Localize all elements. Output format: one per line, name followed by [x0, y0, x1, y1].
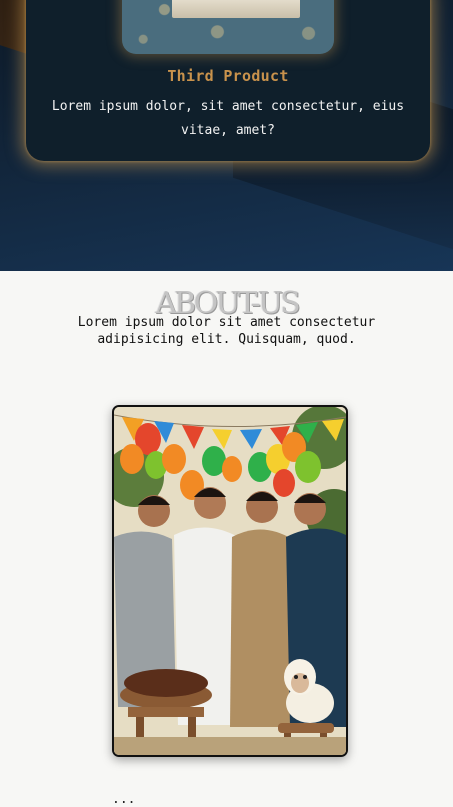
product-box-shape	[172, 0, 300, 18]
group-photo	[112, 405, 348, 757]
product-description: Lorem ipsum dolor, sit amet consectetur,…	[51, 99, 405, 138]
product-image	[122, 0, 334, 54]
about-text: Lorem ipsum dolor sit amet consectetur a…	[77, 315, 376, 347]
product-section: Third Product Lorem ipsum dolor, sit ame…	[0, 0, 453, 271]
product-card[interactable]: Third Product Lorem ipsum dolor, sit ame…	[26, 0, 430, 161]
next-section-text: ...	[112, 792, 136, 807]
product-title: Third Product	[167, 67, 289, 85]
group-photo-illustration	[114, 407, 346, 755]
